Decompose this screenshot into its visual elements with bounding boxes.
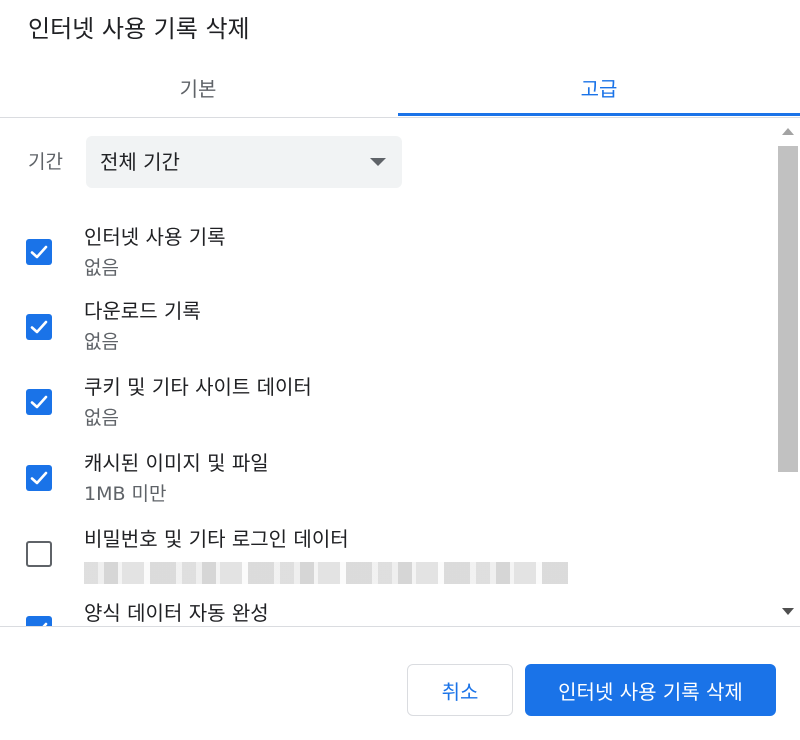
scroll-up-arrow-icon[interactable] xyxy=(782,128,794,135)
vertical-scrollbar[interactable] xyxy=(776,118,800,626)
time-range-dropdown[interactable]: 전체 기간 xyxy=(86,136,402,188)
tab-advanced[interactable]: 고급 xyxy=(398,58,800,116)
passwords-label: 비밀번호 및 기타 로그인 데이터 xyxy=(84,527,349,551)
redacted-summary xyxy=(84,562,568,584)
autofill-label: 양식 데이터 자동 완성 xyxy=(84,601,269,625)
option-passwords: 비밀번호 및 기타 로그인 데이터 xyxy=(0,524,776,594)
checkmark-icon xyxy=(30,245,48,259)
advanced-options-panel: 기간 전체 기간 인터넷 사용 기록 없음 다운로드 기록 없음 쿠키 및 기타… xyxy=(0,118,776,626)
time-range-label: 기간 xyxy=(28,151,63,173)
cookies-summary: 없음 xyxy=(84,407,119,429)
cached-files-label: 캐시된 이미지 및 파일 xyxy=(84,451,269,475)
clear-browsing-data-dialog: 인터넷 사용 기록 삭제 기본 고급 기간 전체 기간 인터넷 사용 기록 없음… xyxy=(0,0,800,740)
cancel-button[interactable]: 취소 xyxy=(407,664,513,716)
download-history-label: 다운로드 기록 xyxy=(84,299,201,323)
download-history-summary: 없음 xyxy=(84,331,119,353)
cached-files-summary: 1MB 미만 xyxy=(84,483,167,505)
browsing-history-summary: 없음 xyxy=(84,257,119,279)
clear-data-button[interactable]: 인터넷 사용 기록 삭제 xyxy=(525,664,776,716)
cookies-label: 쿠키 및 기타 사이트 데이터 xyxy=(84,375,312,399)
time-range-row: 기간 전체 기간 xyxy=(0,136,776,188)
checkmark-icon xyxy=(30,471,48,485)
time-range-value: 전체 기간 xyxy=(100,150,180,174)
browsing-history-label: 인터넷 사용 기록 xyxy=(84,225,226,249)
passwords-checkbox[interactable] xyxy=(26,541,52,567)
scroll-down-arrow-icon[interactable] xyxy=(782,608,794,615)
option-download-history: 다운로드 기록 없음 xyxy=(0,296,776,366)
active-tab-indicator xyxy=(398,113,800,116)
dialog-title: 인터넷 사용 기록 삭제 xyxy=(28,15,250,43)
checkmark-icon xyxy=(42,622,48,626)
autofill-checkbox[interactable] xyxy=(26,616,52,626)
download-history-checkbox[interactable] xyxy=(26,314,52,340)
option-cookies: 쿠키 및 기타 사이트 데이터 없음 xyxy=(0,372,776,442)
browsing-history-checkbox[interactable] xyxy=(26,239,52,265)
option-browsing-history: 인터넷 사용 기록 없음 xyxy=(0,222,776,292)
checkmark-icon xyxy=(30,395,48,409)
cached-files-checkbox[interactable] xyxy=(26,465,52,491)
footer-divider xyxy=(0,626,800,627)
cookies-checkbox[interactable] xyxy=(26,389,52,415)
checkmark-icon xyxy=(30,320,48,334)
tab-bar: 기본 고급 xyxy=(0,58,800,118)
dropdown-arrow-icon xyxy=(370,158,386,166)
option-autofill: 양식 데이터 자동 완성 xyxy=(0,598,776,626)
tab-basic[interactable]: 기본 xyxy=(0,58,396,116)
option-cached-files: 캐시된 이미지 및 파일 1MB 미만 xyxy=(0,448,776,518)
scrollbar-thumb[interactable] xyxy=(778,146,798,472)
